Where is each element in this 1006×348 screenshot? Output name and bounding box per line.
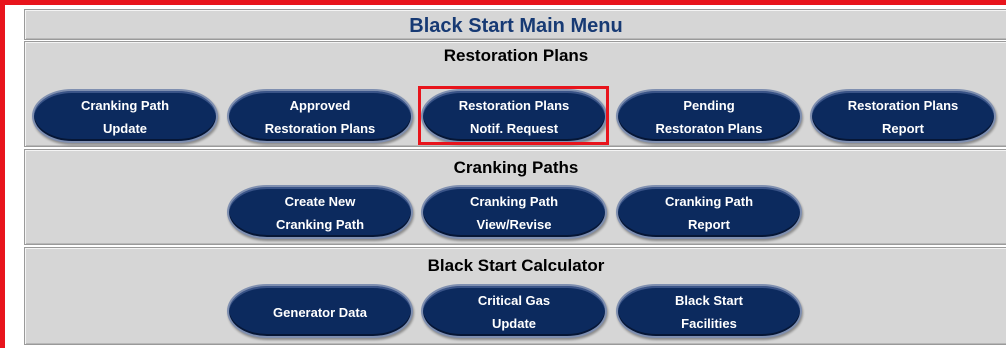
critical-gas-update-button[interactable]: Critical Gas Update — [421, 284, 607, 338]
approved-restoration-plans-button[interactable]: Approved Restoration Plans — [227, 89, 413, 143]
button-label-line1: Black Start — [675, 293, 743, 308]
button-label-line2: Restoraton Plans — [655, 121, 763, 136]
button-label-line2: Report — [688, 217, 730, 232]
create-new-cranking-path-button[interactable]: Create New Cranking Path — [227, 185, 413, 239]
cranking-path-view-revise-button[interactable]: Cranking Path View/Revise — [421, 185, 607, 239]
button-label-line1: Approved — [289, 98, 351, 113]
button-label-line1: Restoration Plans — [847, 98, 959, 113]
section-title: Cranking Paths — [453, 158, 579, 177]
restoration-plans-report-button[interactable]: Restoration Plans Report — [810, 89, 996, 143]
button-label-line1: Create New — [284, 194, 356, 209]
button-label-line2: Report — [882, 121, 924, 136]
menu-title-bar: Black Start Main Menu — [24, 9, 1006, 40]
section-title: Restoration Plans — [443, 46, 589, 65]
button-label-line2: Facilities — [681, 316, 737, 331]
button-label-line1: Pending — [683, 98, 735, 113]
button-label-line1: Cranking Path — [664, 194, 754, 209]
highlight-box — [418, 86, 609, 145]
button-label-line2: View/Revise — [476, 217, 552, 232]
button-label-line2: Update — [491, 316, 537, 331]
button-label-line1: Cranking Path — [469, 194, 559, 209]
pending-restoration-plans-button[interactable]: Pending Restoraton Plans — [616, 89, 802, 143]
black-start-facilities-button[interactable]: Black Start Facilities — [616, 284, 802, 338]
button-label-line1: Generator Data — [273, 305, 367, 320]
button-label-line1: Critical Gas — [477, 293, 551, 308]
cranking-path-report-button[interactable]: Cranking Path Report — [616, 185, 802, 239]
cranking-path-update-button[interactable]: Cranking Path Update — [32, 89, 218, 143]
button-label-line2: Restoration Plans — [264, 121, 376, 136]
generator-data-button[interactable]: Generator Data — [227, 284, 413, 338]
page-title: Black Start Main Menu — [409, 15, 623, 37]
button-label-line2: Cranking Path — [275, 217, 365, 232]
section-title: Black Start Calculator — [427, 256, 605, 275]
button-label-line1: Cranking Path — [80, 98, 170, 113]
button-label-line2: Update — [102, 121, 148, 136]
